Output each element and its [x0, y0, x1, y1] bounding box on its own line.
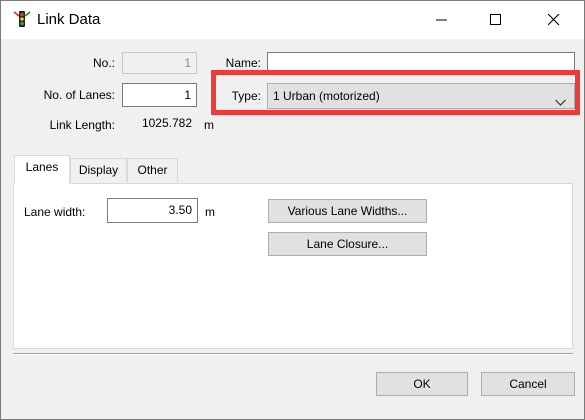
cancel-button[interactable]: Cancel	[481, 372, 575, 396]
lanes-tab-panel: Lane width: 3.50 m Various Lane Widths..…	[13, 183, 573, 349]
name-label: Name:	[225, 56, 261, 70]
tab-display[interactable]: Display	[70, 158, 127, 182]
type-select[interactable]: 1 Urban (motorized)	[267, 83, 575, 109]
lane-width-field[interactable]: 3.50	[107, 198, 198, 223]
lanes-field[interactable]: 1	[122, 83, 197, 107]
tab-other[interactable]: Other	[127, 158, 178, 182]
various-lane-widths-button[interactable]: Various Lane Widths...	[268, 199, 427, 223]
length-unit: m	[204, 118, 214, 132]
length-label: Link Length:	[49, 118, 115, 132]
link-data-dialog: Link Data No.: 1 No. of Lanes: 1 Link Le…	[0, 0, 585, 420]
lane-closure-button[interactable]: Lane Closure...	[268, 232, 427, 256]
chevron-down-icon	[555, 91, 566, 115]
minimize-icon	[435, 19, 447, 21]
length-value: 1025.782	[122, 113, 197, 135]
close-button[interactable]	[531, 1, 576, 39]
title-bar[interactable]: Link Data	[1, 1, 584, 39]
close-icon	[547, 14, 559, 26]
lanes-label: No. of Lanes:	[43, 88, 115, 102]
no-field: 1	[122, 52, 197, 74]
minimize-button[interactable]	[419, 1, 464, 39]
type-select-value: 1 Urban (motorized)	[273, 89, 380, 103]
lane-width-unit: m	[205, 205, 215, 219]
ok-button[interactable]: OK	[376, 372, 468, 396]
maximize-button[interactable]	[473, 1, 518, 39]
lane-width-label: Lane width:	[24, 205, 86, 219]
no-label: No.:	[92, 56, 115, 70]
window-title: Link Data	[37, 11, 101, 28]
footer-separator	[13, 353, 573, 355]
tab-lanes[interactable]: Lanes	[14, 155, 70, 184]
type-label: Type:	[231, 89, 261, 103]
traffic-light-icon	[13, 10, 31, 28]
maximize-icon	[489, 14, 501, 25]
